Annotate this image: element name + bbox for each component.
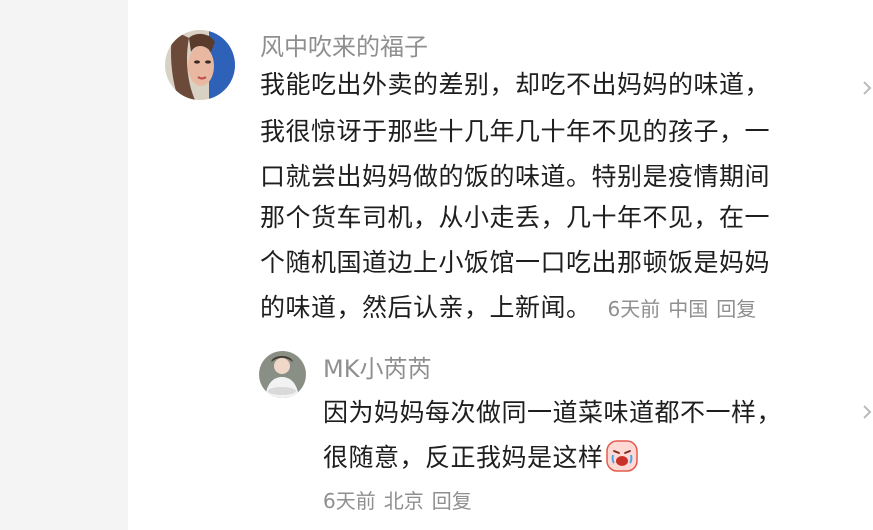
comment-location: 中国 bbox=[668, 297, 709, 321]
avatar-photo-icon bbox=[165, 30, 235, 100]
comment-time: 6天前 bbox=[607, 297, 661, 321]
reply-text-line: 因为妈妈每次做同一道菜味道都不一样， bbox=[323, 398, 783, 427]
comment-text-line: 我能吃出外卖的差别，却吃不出妈妈的味道， bbox=[260, 70, 771, 99]
comment-text-line: 的味道，然后认亲，上新闻。 bbox=[260, 293, 592, 322]
reply-meta: 6天前 北京 回复 bbox=[323, 486, 480, 516]
comment-text-line: 个随机国道边上小饭馆一口吃出那顿饭是妈妈 bbox=[260, 248, 771, 277]
crying-face-emoji-icon bbox=[605, 440, 638, 472]
reply-button[interactable]: 回复 bbox=[432, 489, 472, 513]
reply-location: 北京 bbox=[383, 489, 424, 513]
left-margin-strip bbox=[0, 0, 128, 530]
comment-text-line: 口就尝出妈妈做的饭的味道。特别是疫情期间 bbox=[260, 162, 771, 191]
reply-avatar[interactable] bbox=[259, 351, 306, 398]
avatar[interactable] bbox=[165, 30, 235, 100]
reply-button[interactable]: 回复 bbox=[716, 297, 756, 321]
comment-text-line: 那个货车司机，从小走丢，几十年不见，在一 bbox=[260, 203, 771, 232]
reply-last-line: 很随意，反正我妈是这样 bbox=[323, 440, 638, 475]
reply-username[interactable]: MK小芮芮 bbox=[323, 354, 431, 384]
comment-username[interactable]: 风中吹来的福子 bbox=[260, 32, 428, 62]
avatar-photo-icon bbox=[259, 351, 306, 398]
like-icon[interactable] bbox=[862, 80, 872, 96]
comment-section: 风中吹来的福子 我能吃出外卖的差别，却吃不出妈妈的味道， 我很惊讶于那些十几年几… bbox=[0, 0, 873, 530]
comment-last-line: 的味道，然后认亲，上新闻。 6天前 中国 回复 bbox=[260, 291, 764, 326]
reply-text-line: 很随意，反正我妈是这样 bbox=[323, 443, 604, 472]
comment-meta: 6天前 中国 回复 bbox=[608, 297, 765, 321]
comment-text-line: 我很惊讶于那些十几年几十年不见的孩子，一 bbox=[260, 117, 771, 146]
like-icon[interactable] bbox=[862, 404, 872, 420]
reply-time: 6天前 bbox=[323, 489, 376, 513]
